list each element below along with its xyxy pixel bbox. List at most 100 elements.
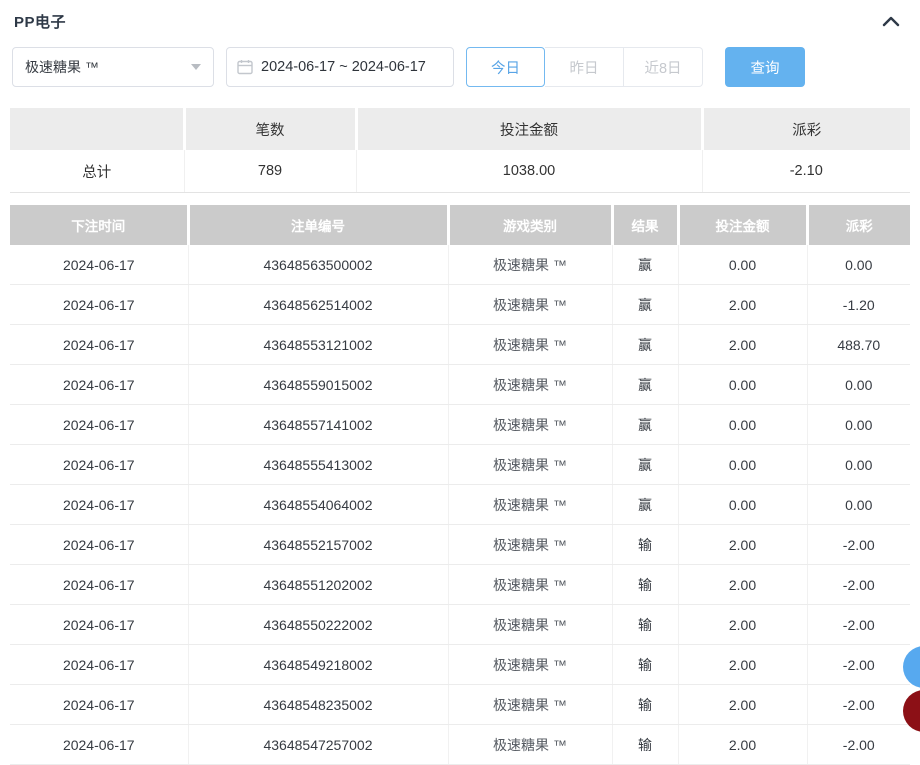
cell-payout: 0.00 [807, 405, 910, 445]
summary-table: 笔数 投注金额 派彩 总计 789 1038.00 -2.10 [10, 108, 910, 193]
game-select-value: 极速糖果 ™ [25, 57, 99, 77]
cell-game: 极速糖果 ™ [448, 565, 612, 605]
tab-yesterday[interactable]: 昨日 [545, 47, 624, 87]
cell-bet-id: 43648553121002 [188, 325, 448, 365]
cell-bet-id: 43648555413002 [188, 445, 448, 485]
search-button[interactable]: 查询 [725, 47, 805, 87]
cell-result: 赢 [612, 405, 678, 445]
cell-result: 输 [612, 525, 678, 565]
cell-bet-time: 2024-06-17 [10, 685, 188, 725]
cell-result: 赢 [612, 365, 678, 405]
cell-game: 极速糖果 ™ [448, 485, 612, 525]
table-row: 2024-06-17 43648551202002 极速糖果 ™ 输 2.00 … [10, 565, 910, 605]
cell-game: 极速糖果 ™ [448, 245, 612, 285]
cell-bet-time: 2024-06-17 [10, 325, 188, 365]
summary-total-bet-amount: 1038.00 [356, 150, 702, 193]
cell-bet-id: 43648552157002 [188, 525, 448, 565]
summary-header-row: 笔数 投注金额 派彩 [10, 108, 910, 150]
cell-game: 极速糖果 ™ [448, 325, 612, 365]
date-range-input[interactable]: 2024-06-17 ~ 2024-06-17 [226, 47, 454, 87]
cell-payout: 0.00 [807, 365, 910, 405]
cell-bet-amount: 0.00 [678, 365, 807, 405]
cell-bet-id: 43648562514002 [188, 285, 448, 325]
cell-bet-id: 43648550222002 [188, 605, 448, 645]
cell-payout: -2.00 [807, 565, 910, 605]
cell-bet-id: 43648559015002 [188, 365, 448, 405]
cell-bet-amount: 2.00 [678, 685, 807, 725]
cell-bet-time: 2024-06-17 [10, 605, 188, 645]
cell-result: 赢 [612, 285, 678, 325]
cell-payout: 488.70 [807, 325, 910, 365]
summary-header-bet-amount: 投注金额 [356, 108, 702, 150]
cell-result: 输 [612, 565, 678, 605]
table-row: 2024-06-17 43648562514002 极速糖果 ™ 赢 2.00 … [10, 285, 910, 325]
table-row: 2024-06-17 43648550222002 极速糖果 ™ 输 2.00 … [10, 605, 910, 645]
cell-bet-time: 2024-06-17 [10, 445, 188, 485]
table-row: 2024-06-17 43648552157002 极速糖果 ™ 输 2.00 … [10, 525, 910, 565]
header-bet-id: 注单编号 [188, 205, 448, 245]
cell-result: 赢 [612, 445, 678, 485]
cell-bet-time: 2024-06-17 [10, 405, 188, 445]
cell-bet-amount: 2.00 [678, 325, 807, 365]
cell-payout: -2.00 [807, 725, 910, 765]
summary-total-payout: -2.10 [702, 150, 910, 193]
cell-bet-amount: 0.00 [678, 405, 807, 445]
header-result: 结果 [612, 205, 678, 245]
cell-result: 赢 [612, 245, 678, 285]
cell-result: 赢 [612, 325, 678, 365]
cell-bet-time: 2024-06-17 [10, 565, 188, 605]
table-row: 2024-06-17 43648559015002 极速糖果 ™ 赢 0.00 … [10, 365, 910, 405]
cell-bet-id: 43648557141002 [188, 405, 448, 445]
quick-date-tabs: 今日 昨日 近8日 [466, 47, 703, 87]
table-row: 2024-06-17 43648555413002 极速糖果 ™ 赢 0.00 … [10, 445, 910, 485]
cell-payout: -1.20 [807, 285, 910, 325]
cell-bet-time: 2024-06-17 [10, 365, 188, 405]
game-select[interactable]: 极速糖果 ™ [12, 47, 214, 87]
cell-result: 输 [612, 725, 678, 765]
cell-game: 极速糖果 ™ [448, 725, 612, 765]
cell-bet-time: 2024-06-17 [10, 245, 188, 285]
page-title: PP电子 [14, 11, 66, 32]
chevron-down-icon [191, 64, 201, 70]
table-row: 2024-06-17 43648557141002 极速糖果 ™ 赢 0.00 … [10, 405, 910, 445]
cell-bet-id: 43648547257002 [188, 725, 448, 765]
cell-bet-amount: 0.00 [678, 445, 807, 485]
cell-bet-id: 43648549218002 [188, 645, 448, 685]
header-bet-time: 下注时间 [10, 205, 188, 245]
cell-payout: -2.00 [807, 605, 910, 645]
chevron-up-icon [882, 15, 900, 27]
tab-last-8-days[interactable]: 近8日 [624, 47, 703, 87]
panel-header: PP电子 [0, 0, 920, 34]
cell-bet-amount: 0.00 [678, 245, 807, 285]
cell-payout: -2.00 [807, 685, 910, 725]
collapse-button[interactable] [880, 12, 902, 30]
cell-result: 输 [612, 685, 678, 725]
cell-result: 输 [612, 645, 678, 685]
cell-game: 极速糖果 ™ [448, 405, 612, 445]
cell-bet-amount: 2.00 [678, 525, 807, 565]
cell-game: 极速糖果 ™ [448, 645, 612, 685]
cell-result: 赢 [612, 485, 678, 525]
cell-bet-time: 2024-06-17 [10, 525, 188, 565]
cell-payout: -2.00 [807, 525, 910, 565]
cell-bet-id: 43648554064002 [188, 485, 448, 525]
cell-bet-amount: 2.00 [678, 285, 807, 325]
calendar-icon [237, 59, 253, 75]
table-row: 2024-06-17 43648547257002 极速糖果 ™ 输 2.00 … [10, 725, 910, 765]
cell-bet-amount: 2.00 [678, 565, 807, 605]
table-row: 2024-06-17 43648563500002 极速糖果 ™ 赢 0.00 … [10, 245, 910, 285]
summary-total-label: 总计 [10, 150, 184, 193]
cell-bet-amount: 0.00 [678, 485, 807, 525]
tab-today[interactable]: 今日 [466, 47, 545, 87]
summary-total-count: 789 [184, 150, 356, 193]
header-bet-amount: 投注金额 [678, 205, 807, 245]
bet-records-table: 下注时间 注单编号 游戏类别 结果 投注金额 派彩 2024-06-17 436… [10, 205, 910, 765]
summary-header-payout: 派彩 [702, 108, 910, 150]
date-range-value: 2024-06-17 ~ 2024-06-17 [261, 59, 426, 75]
table-row: 2024-06-17 43648549218002 极速糖果 ™ 输 2.00 … [10, 645, 910, 685]
summary-header-count: 笔数 [184, 108, 356, 150]
cell-bet-amount: 2.00 [678, 725, 807, 765]
cell-bet-id: 43648551202002 [188, 565, 448, 605]
cell-bet-id: 43648563500002 [188, 245, 448, 285]
cell-bet-time: 2024-06-17 [10, 645, 188, 685]
